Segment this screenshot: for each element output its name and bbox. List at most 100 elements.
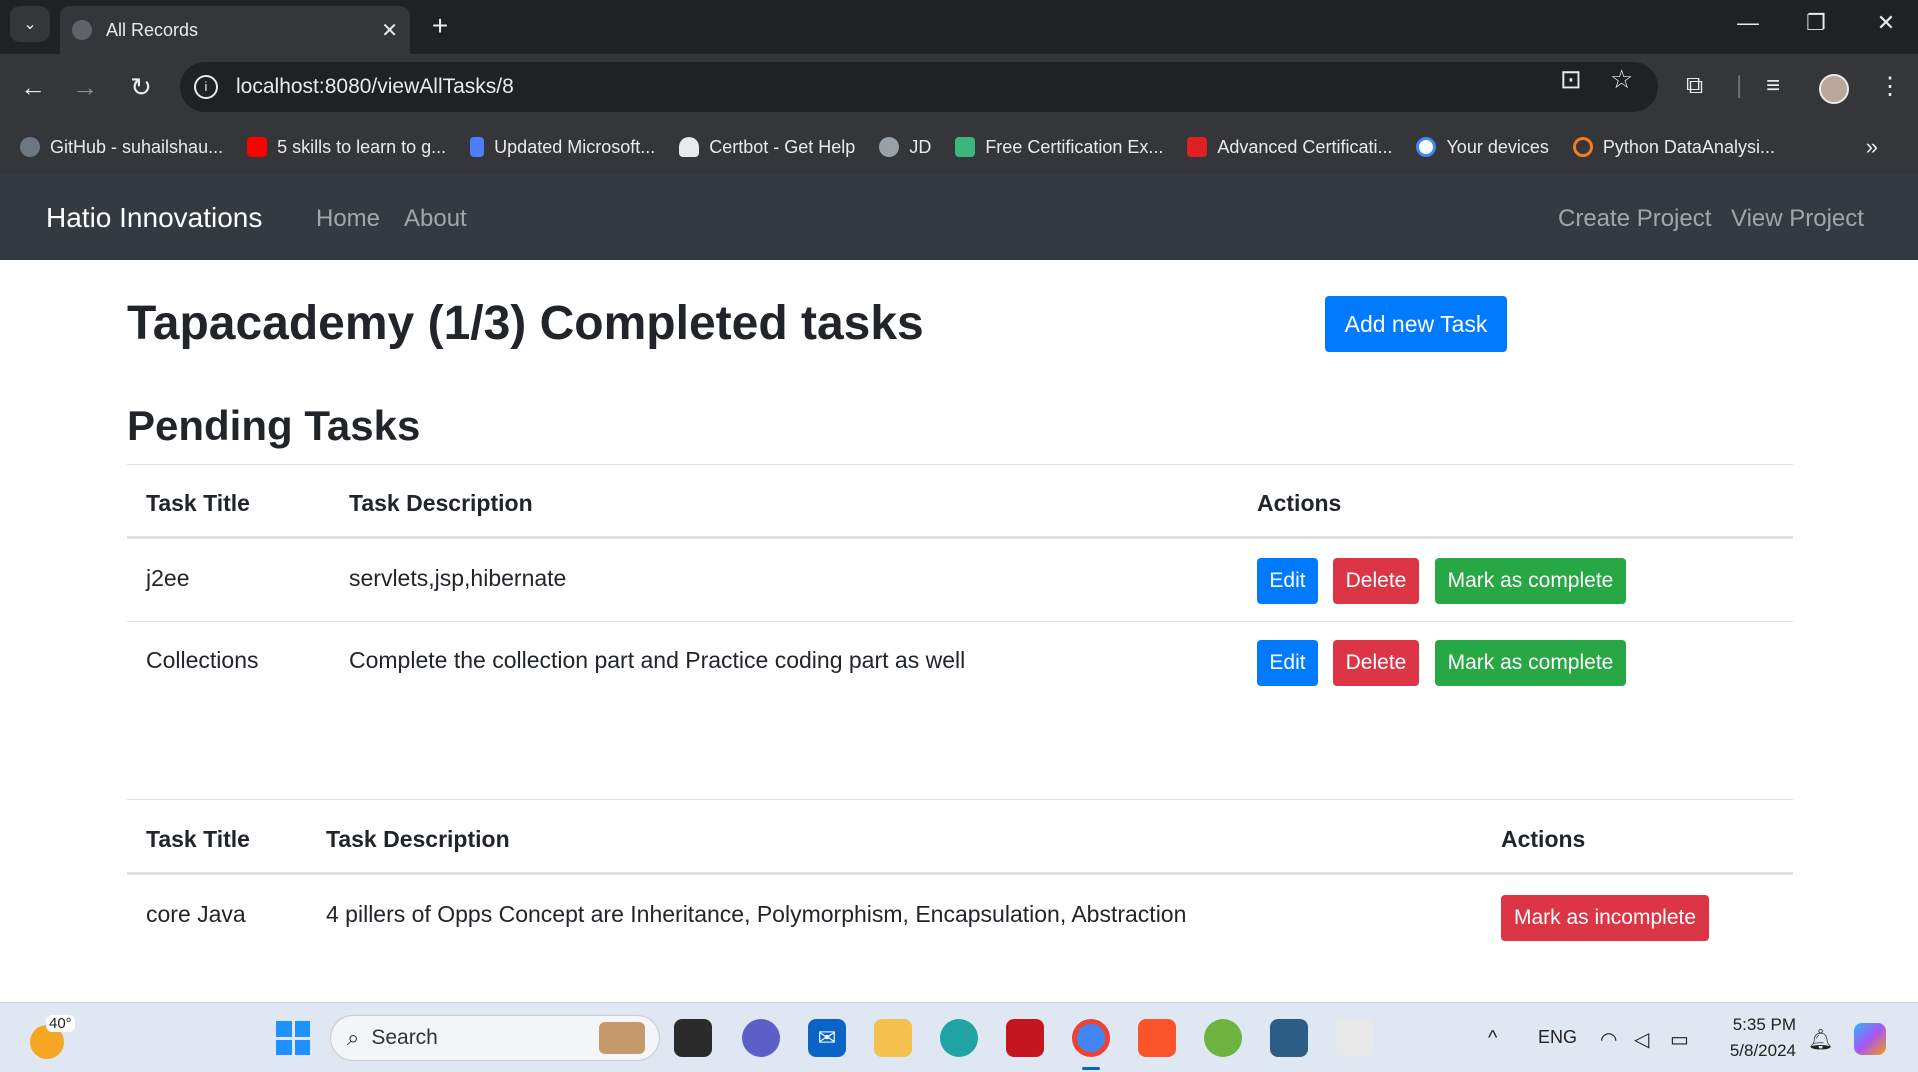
browser-toolbar: ← → ↻ i localhost:8080/viewAllTasks/8 ⊡ … <box>0 54 1918 120</box>
bookmark-item[interactable]: Certbot - Get Help <box>679 137 855 158</box>
bookmark-label: Advanced Certificati... <box>1217 136 1393 157</box>
search-highlight-icon <box>599 1022 645 1054</box>
snipping-tool-icon[interactable] <box>1336 1019 1374 1057</box>
brand-link[interactable]: Hatio Innovations <box>46 202 262 234</box>
back-arrow-icon[interactable]: ← <box>14 68 52 106</box>
active-app-indicator <box>1082 1067 1100 1070</box>
column-header-title: Task Title <box>146 826 250 852</box>
minimize-icon[interactable]: — <box>1728 10 1768 36</box>
bookmark-item[interactable]: Python DataAnalysi... <box>1572 136 1775 158</box>
mark-complete-button[interactable]: Mark as complete <box>1435 640 1626 686</box>
task-description-cell: servlets,jsp,hibernate <box>349 565 567 591</box>
wifi-icon[interactable]: ◠ <box>1600 1027 1617 1052</box>
weather-temperature: 40° <box>46 1015 75 1032</box>
browser-tab[interactable]: All Records ✕ <box>60 6 410 54</box>
column-header-title: Task Title <box>146 490 250 516</box>
nav-view-project-link[interactable]: View Project <box>1731 205 1864 233</box>
more-bookmarks-chevron-icon[interactable]: » <box>1866 134 1878 160</box>
google-icon <box>1416 137 1437 157</box>
row-divider <box>127 621 1793 622</box>
bookmark-item[interactable]: Updated Microsoft... <box>470 137 655 158</box>
nav-home-link[interactable]: Home <box>316 205 380 233</box>
language-indicator[interactable]: ENG <box>1538 1027 1577 1048</box>
column-header-description: Task Description <box>326 826 510 852</box>
task-description-cell: 4 pillers of Opps Concept are Inheritanc… <box>326 901 1187 927</box>
mark-complete-button[interactable]: Mark as complete <box>1435 558 1626 604</box>
window-close-icon[interactable]: ✕ <box>1866 10 1906 36</box>
column-header-actions: Actions <box>1501 826 1586 852</box>
teams-chat-icon[interactable] <box>742 1019 780 1057</box>
table-divider <box>127 464 1793 465</box>
windows-start-icon[interactable] <box>276 1021 310 1055</box>
brave-icon[interactable] <box>1138 1019 1176 1057</box>
add-new-task-button[interactable]: Add new Task <box>1325 296 1507 352</box>
table-header-divider <box>127 872 1793 875</box>
battery-icon[interactable]: ▭ <box>1670 1027 1689 1052</box>
pending-tasks-heading: Pending Tasks <box>127 402 421 449</box>
new-tab-icon[interactable]: + <box>425 10 455 42</box>
translate-icon[interactable]: ⊡ <box>1560 64 1582 95</box>
nav-about-link[interactable]: About <box>404 205 467 233</box>
chrome-icon[interactable] <box>1072 1019 1110 1057</box>
close-icon[interactable]: ✕ <box>381 18 398 43</box>
mark-incomplete-button[interactable]: Mark as incomplete <box>1501 895 1709 941</box>
task-title-cell: Collections <box>146 647 259 673</box>
delete-button[interactable]: Delete <box>1333 640 1419 686</box>
bookmark-label: GitHub - suhailshau... <box>50 136 224 157</box>
mysql-workbench-icon[interactable] <box>1270 1019 1308 1057</box>
address-bar[interactable]: i localhost:8080/viewAllTasks/8 <box>180 62 1658 112</box>
profile-avatar[interactable] <box>1819 74 1849 104</box>
table-divider <box>127 799 1793 800</box>
site-info-icon[interactable]: i <box>194 75 218 99</box>
table-header-divider <box>127 536 1793 539</box>
jupyter-icon <box>1572 137 1593 157</box>
page-title: Tapacademy (1/3) Completed tasks <box>127 297 924 350</box>
bookmark-star-icon[interactable]: ☆ <box>1610 64 1633 95</box>
task-title-cell: core Java <box>146 901 246 927</box>
acrobat-icon[interactable] <box>1006 1019 1044 1057</box>
url-text: localhost:8080/viewAllTasks/8 <box>236 75 514 98</box>
bookmark-item[interactable]: Free Certification Ex... <box>955 137 1163 158</box>
tab-search-chevron-icon[interactable]: ⌄ <box>10 6 50 42</box>
notification-bell-icon[interactable]: 🔔︎ <box>1808 1027 1833 1052</box>
search-placeholder: Search <box>371 1026 438 1049</box>
task-view-icon[interactable] <box>674 1019 712 1057</box>
volume-icon[interactable]: ◁ <box>1634 1027 1649 1052</box>
forward-arrow-icon[interactable]: → <box>66 68 104 106</box>
edit-button[interactable]: Edit <box>1257 640 1318 686</box>
windows-taskbar: 40° ⌕ Search ✉ ^ ENG ◠ ◁ ▭ 5:35 PM 5/8/2… <box>0 1002 1918 1072</box>
certbot-icon <box>679 137 700 157</box>
delete-button[interactable]: Delete <box>1333 558 1419 604</box>
bookmark-item[interactable]: GitHub - suhailshau... <box>20 137 223 158</box>
mail-icon[interactable]: ✉ <box>808 1019 846 1057</box>
search-icon: ⌕ <box>347 1025 360 1050</box>
spring-tools-icon[interactable] <box>1204 1019 1242 1057</box>
bookmark-item[interactable]: 5 skills to learn to g... <box>247 137 446 158</box>
task-description-cell: Complete the collection part and Practic… <box>349 647 966 673</box>
bookmark-item[interactable]: Advanced Certificati... <box>1187 137 1392 158</box>
bookmark-item[interactable]: JD <box>879 137 931 158</box>
globe-icon <box>879 137 900 157</box>
bookmark-label: Python DataAnalysi... <box>1602 136 1775 157</box>
column-header-description: Task Description <box>349 490 533 516</box>
bookmark-item[interactable]: Your devices <box>1416 137 1549 158</box>
edge-browser-icon[interactable] <box>940 1019 978 1057</box>
chevron-up-icon[interactable]: ^ <box>1488 1027 1497 1050</box>
clock-date[interactable]: 5/8/2024 <box>1722 1041 1796 1061</box>
restore-icon[interactable]: ❐ <box>1796 10 1836 36</box>
menu-kebab-icon[interactable]: ⋮ <box>1878 72 1902 101</box>
media-controls-icon[interactable]: ≡ <box>1766 72 1780 100</box>
youtube-icon <box>247 137 268 157</box>
browser-tab-strip: ⌄ All Records ✕ + — ❐ ✕ <box>0 0 1918 54</box>
edit-button[interactable]: Edit <box>1257 558 1318 604</box>
github-icon <box>20 137 40 157</box>
reload-icon[interactable]: ↻ <box>122 68 160 106</box>
list-icon <box>470 137 485 157</box>
taskbar-search[interactable]: ⌕ Search <box>330 1015 660 1061</box>
file-explorer-icon[interactable] <box>874 1019 912 1057</box>
toolbar-divider: | <box>1736 72 1743 99</box>
clock-time[interactable]: 5:35 PM <box>1730 1015 1796 1035</box>
extensions-icon[interactable]: ⧉ <box>1686 72 1703 100</box>
copilot-icon[interactable] <box>1854 1023 1886 1055</box>
nav-create-project-link[interactable]: Create Project <box>1558 205 1711 233</box>
